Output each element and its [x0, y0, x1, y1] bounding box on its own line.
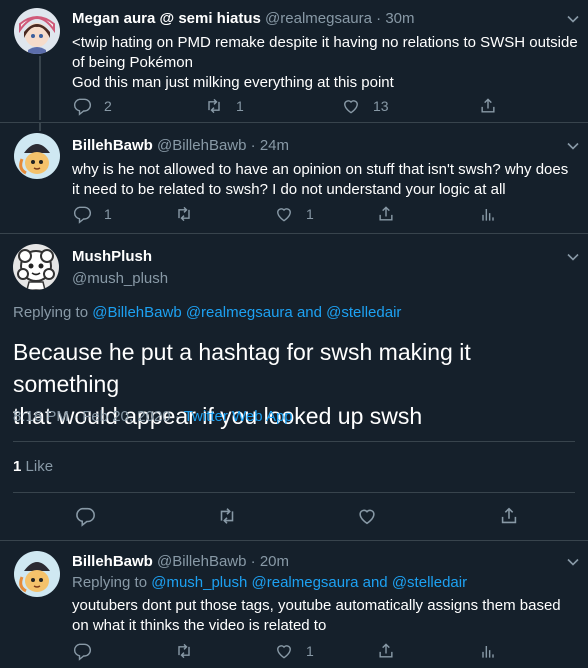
thread-line	[39, 123, 41, 131]
likes-summary[interactable]: 1 Like	[13, 458, 53, 475]
reply-count: 1	[104, 206, 112, 222]
separator: ·	[250, 137, 256, 154]
author-name[interactable]: BillehBawb	[72, 137, 153, 154]
like-icon	[274, 641, 294, 661]
reply-icon	[72, 204, 92, 224]
share-icon	[376, 641, 396, 661]
author-name[interactable]: MushPlush	[72, 248, 152, 265]
reply-count: 2	[104, 98, 112, 114]
avatar[interactable]	[14, 133, 60, 179]
replying-to: Replying to @BillehBawb @realmegsaura an…	[13, 304, 402, 321]
share-icon	[376, 204, 396, 224]
mention-link[interactable]: @mush_plush	[151, 574, 247, 591]
author-handle[interactable]: @realmegsaura	[265, 10, 372, 27]
tweet-billehbawb[interactable]: BillehBawb @BillehBawb · 24m why is he n…	[0, 123, 588, 233]
tweet-text: why is he not allowed to have an opinion…	[72, 161, 569, 198]
mention-connector[interactable]: and	[297, 304, 322, 321]
retweet-button[interactable]: 1	[204, 96, 244, 116]
analytics-icon	[478, 204, 498, 224]
like-count: 13	[373, 98, 389, 114]
share-button[interactable]	[376, 204, 396, 224]
timestamp[interactable]: 30m	[385, 10, 414, 27]
analytics-button[interactable]	[478, 204, 498, 224]
like-button[interactable]: 1	[274, 641, 314, 661]
mention-link[interactable]: @realmegsaura	[186, 304, 293, 321]
share-button[interactable]	[498, 505, 520, 527]
reply-icon	[72, 96, 92, 116]
replying-to: Replying to @mush_plush @realmegsaura an…	[72, 574, 468, 591]
like-icon	[341, 96, 361, 116]
reply-icon	[74, 505, 96, 527]
divider	[13, 441, 575, 442]
retweet-button[interactable]	[174, 641, 194, 661]
like-total: 1	[13, 458, 22, 475]
reply-icon	[72, 641, 92, 661]
reply-button[interactable]	[72, 641, 92, 661]
share-icon	[478, 96, 498, 116]
author-name[interactable]: BillehBawb	[72, 553, 153, 570]
tweet-megan[interactable]: Megan aura @ semi hiatus @realmegsaura ·…	[0, 0, 588, 120]
divider	[13, 492, 575, 493]
author-handle[interactable]: @BillehBawb	[157, 553, 246, 570]
reply-button[interactable]	[74, 505, 96, 527]
mention-link[interactable]: @stelledair	[392, 574, 467, 591]
retweet-count: 1	[236, 98, 244, 114]
like-button[interactable]: 13	[341, 96, 389, 116]
like-count: 1	[306, 643, 314, 659]
separator: ·	[376, 10, 382, 27]
reply-button[interactable]: 1	[72, 204, 112, 224]
chevron-down-icon[interactable]	[566, 250, 580, 264]
analytics-icon	[478, 641, 498, 661]
like-icon	[274, 204, 294, 224]
mention-link[interactable]: @stelledair	[326, 304, 401, 321]
mention-link[interactable]: @BillehBawb	[92, 304, 181, 321]
like-count: 1	[306, 206, 314, 222]
retweet-icon	[204, 96, 224, 116]
chevron-down-icon[interactable]	[566, 12, 580, 26]
like-label: Like	[25, 458, 54, 475]
like-icon	[356, 505, 378, 527]
chevron-down-icon[interactable]	[566, 555, 580, 569]
share-button[interactable]	[478, 96, 498, 116]
like-button[interactable]	[356, 505, 378, 527]
author-handle[interactable]: @mush_plush	[72, 270, 168, 287]
retweet-icon	[174, 204, 194, 224]
tweet-reply[interactable]: BillehBawb @BillehBawb · 20m Replying to…	[0, 541, 588, 668]
chevron-down-icon[interactable]	[566, 139, 580, 153]
mention-connector[interactable]: and	[363, 574, 388, 591]
mention-link[interactable]: @realmegsaura	[252, 574, 359, 591]
separator: ·	[174, 408, 180, 425]
tweet-timestamp[interactable]: 8:16 PM · Feb 20, 2020	[13, 408, 171, 425]
reply-button[interactable]: 2	[72, 96, 112, 116]
avatar[interactable]	[13, 244, 59, 290]
share-icon	[498, 505, 520, 527]
like-button[interactable]: 1	[274, 204, 314, 224]
tweet-meta: 8:16 PM · Feb 20, 2020 · Twitter Web App	[13, 408, 293, 425]
separator: ·	[250, 553, 256, 570]
author-name[interactable]: Megan aura @ semi hiatus	[72, 10, 261, 27]
avatar[interactable]	[14, 8, 60, 54]
retweet-button[interactable]	[216, 505, 238, 527]
source-link[interactable]: Twitter Web App	[184, 408, 293, 425]
retweet-button[interactable]	[174, 204, 194, 224]
timestamp[interactable]: 20m	[260, 553, 289, 570]
retweet-icon	[174, 641, 194, 661]
analytics-button[interactable]	[478, 641, 498, 661]
share-button[interactable]	[376, 641, 396, 661]
tweet-text: <twip hating on PMD remake despite it ha…	[72, 34, 578, 91]
timestamp[interactable]: 24m	[260, 137, 289, 154]
tweet-text: youtubers dont put those tags, youtube a…	[72, 597, 561, 634]
avatar[interactable]	[14, 551, 60, 597]
author-handle[interactable]: @BillehBawb	[157, 137, 246, 154]
retweet-icon	[216, 505, 238, 527]
